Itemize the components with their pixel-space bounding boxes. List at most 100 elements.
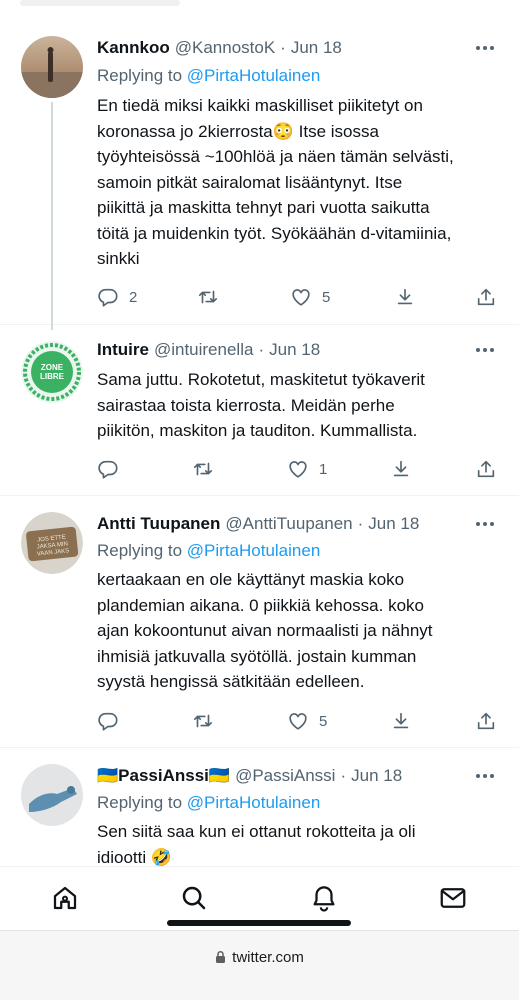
like-count: 5 [322, 288, 331, 306]
author-name[interactable]: Antti Tuupanen [97, 514, 220, 534]
thread-line [51, 102, 53, 330]
tweet-text-line: Sen siitä saa kun ei ottanut rokotteita … [97, 822, 416, 841]
replying-prefix: Replying to [97, 66, 187, 85]
replying-to: Replying to @PirtaHotulainen [97, 793, 320, 813]
home-icon[interactable] [48, 881, 82, 915]
replying-prefix: Replying to [97, 541, 187, 560]
tweet[interactable]: Kannkoo @KannostoK · Jun 18 Replying to … [0, 20, 519, 330]
retweet-icon [193, 714, 213, 728]
svg-text:LIBRE: LIBRE [40, 372, 65, 381]
tweet[interactable]: 🇺🇦PassiAnssi🇺🇦 @PassiAnssi · Jun 18 Repl… [0, 748, 519, 866]
messages-icon[interactable] [436, 881, 470, 915]
retweet-button[interactable] [192, 709, 214, 733]
download-button[interactable] [390, 709, 412, 733]
tweet-text-line: Sama juttu. Rokotetut, maskitetut työkav… [97, 370, 425, 389]
reply-button[interactable] [97, 457, 119, 481]
search-icon[interactable] [177, 881, 211, 915]
download-icon [393, 460, 409, 477]
tweet-text-line: ajan kokoontunut aivan normaalisti ja nä… [97, 621, 433, 640]
replying-to-link[interactable]: @PirtaHotulainen [187, 541, 321, 560]
tweet-date[interactable]: Jun 18 [351, 766, 402, 786]
reply-icon [98, 460, 118, 479]
separator: · [258, 340, 265, 359]
tweet-text: Sen siitä saa kun ei ottanut rokotteita … [97, 819, 507, 866]
reply-button[interactable] [97, 709, 119, 733]
like-button[interactable]: 5 [290, 285, 330, 309]
tweet-text-line: koronassa jo 2kierrosta😳 Itse isossa [97, 121, 379, 141]
avatar[interactable]: JOS ETTE JAKSA MIN VAAN JAKS [21, 512, 83, 574]
replying-to-link[interactable]: @PirtaHotulainen [187, 66, 321, 85]
tweet-text-line: piikitön, maskiton ja tauditon. Kummalli… [97, 421, 418, 440]
author-name[interactable]: Intuire [97, 340, 149, 360]
replying-to-link[interactable]: @PirtaHotulainen [187, 793, 321, 812]
avatar[interactable] [21, 36, 83, 98]
tweet-date[interactable]: Jun 18 [291, 38, 342, 58]
author-handle[interactable]: @PassiAnssi [235, 766, 335, 786]
reply-icon [98, 712, 118, 731]
avatar[interactable] [21, 764, 83, 826]
retweet-button[interactable] [192, 457, 214, 481]
tweet-text-line: syystä hengissä sätkitään edelleen. [97, 672, 365, 691]
share-button[interactable] [475, 709, 497, 733]
tweet-text: Sama juttu. Rokotetut, maskitetut työkav… [97, 367, 507, 444]
tweet-date[interactable]: Jun 18 [269, 340, 320, 360]
browser-url-bar[interactable]: twitter.com [0, 930, 519, 1000]
tweet-text-line: töitä ja muidenkin työt. Syökäähän d-vit… [97, 223, 452, 243]
heart-icon [292, 289, 310, 306]
download-button[interactable] [390, 457, 412, 481]
avatar[interactable]: ZONE LIBRE [21, 341, 83, 403]
url-text: twitter.com [232, 949, 304, 966]
replying-to: Replying to @PirtaHotulainen [97, 66, 320, 86]
author-handle[interactable]: @AnttiTuupanen [225, 514, 352, 534]
more-options-icon[interactable] [473, 36, 497, 60]
author-name[interactable]: 🇺🇦PassiAnssi🇺🇦 [97, 766, 230, 786]
tweet-text-line: ihmisiä jatkuvalla syötöllä. jostain kum… [97, 646, 417, 666]
share-button[interactable] [475, 285, 497, 309]
share-icon [477, 460, 495, 478]
share-button[interactable] [475, 457, 497, 481]
lock-icon [216, 950, 226, 963]
tweet-text-line: samoin pitkät sairalomat lisääntynyt. It… [97, 172, 403, 192]
replying-to: Replying to @PirtaHotulainen [97, 541, 320, 561]
download-icon [393, 712, 409, 729]
separator: · [280, 38, 286, 57]
like-button[interactable]: 1 [287, 457, 327, 481]
tweet-text-line: idiootti 🤣 [97, 847, 173, 867]
tweet-text: En tiedä miksi kaikki maskilliset piikit… [97, 93, 507, 272]
retweet-button[interactable] [197, 285, 229, 309]
tweet-date[interactable]: Jun 18 [368, 514, 419, 534]
tweet[interactable]: ZONE LIBRE Intuire @intuirenella · Jun 1… [0, 325, 519, 496]
separator: · [340, 766, 347, 785]
reply-icon [98, 288, 118, 307]
url-display[interactable]: twitter.com [0, 949, 519, 966]
reply-count: 2 [129, 288, 138, 306]
tweet-text-line: työyhteisössä ~100hlöä ja näen tämän sel… [97, 147, 454, 166]
like-button[interactable]: 5 [287, 709, 327, 733]
home-indicator[interactable] [167, 920, 351, 926]
tweet-text-line: sinkki [97, 249, 140, 268]
heart-icon [289, 461, 307, 478]
download-button[interactable] [394, 285, 416, 309]
author-handle[interactable]: @KannostoK [175, 38, 275, 58]
like-count: 5 [319, 712, 328, 730]
separator: · [357, 514, 364, 533]
replying-prefix: Replying to [97, 793, 187, 812]
author-name[interactable]: Kannkoo [97, 38, 170, 58]
tweet[interactable]: JOS ETTE JAKSA MIN VAAN JAKS Antti Tuupa… [0, 496, 519, 748]
author-handle[interactable]: @intuirenella [154, 340, 253, 360]
download-icon [397, 288, 413, 305]
tweet-actions: 2 5 [97, 285, 507, 309]
more-options-icon[interactable] [473, 764, 497, 788]
tweet-text: kertaakaan en ole käyttänyt maskia koko … [97, 567, 507, 695]
tweet-actions: 1 [97, 457, 507, 481]
tweet-actions: 5 [97, 709, 507, 733]
retweet-icon [198, 290, 218, 304]
reply-button[interactable]: 2 [97, 285, 137, 309]
more-options-icon[interactable] [473, 512, 497, 536]
tweet-text-line: plandemian aikana. 0 piikkiä kehossa. ko… [97, 595, 424, 615]
tweet-text-line: sairastaa toista kierrosta. Meidän perhe [97, 395, 395, 415]
more-options-icon[interactable] [473, 338, 497, 362]
retweet-icon [193, 462, 213, 476]
notifications-icon[interactable] [307, 881, 341, 915]
share-icon [477, 288, 495, 306]
